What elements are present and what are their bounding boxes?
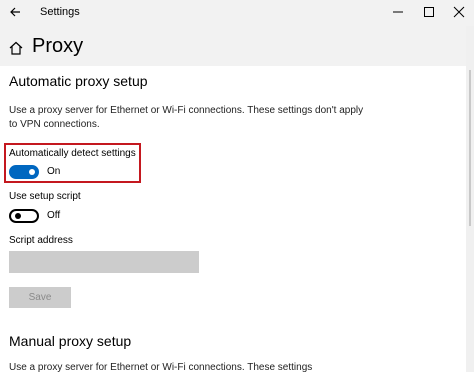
back-arrow-icon[interactable] [6,2,26,22]
automatic-proxy-description: Use a proxy server for Ethernet or Wi-Fi… [9,105,364,130]
page-title: Proxy [32,35,84,57]
highlight-box [4,143,141,183]
script-address-input[interactable] [9,251,199,273]
maximize-icon[interactable] [413,1,445,23]
script-address-label: Script address [9,235,73,246]
title-bar: Settings [0,0,474,26]
app-title: Settings [40,6,80,18]
automatic-proxy-heading: Automatic proxy setup [9,73,148,89]
manual-proxy-heading: Manual proxy setup [9,333,132,349]
scrollbar-thumb[interactable] [469,70,471,226]
toggle-knob [15,213,21,219]
minimize-icon[interactable] [382,1,414,23]
save-button[interactable]: Save [9,287,71,308]
manual-proxy-description: Use a proxy server for Ethernet or Wi-Fi… [9,362,313,372]
settings-window: Settings Proxy Automatic proxy setup Use… [0,0,474,372]
setup-script-state: Off [47,210,61,221]
setup-script-toggle[interactable] [9,209,39,223]
setup-script-label: Use setup script [9,191,81,202]
close-icon[interactable] [443,1,474,23]
home-icon [9,41,23,55]
page-header: Proxy [0,26,466,66]
